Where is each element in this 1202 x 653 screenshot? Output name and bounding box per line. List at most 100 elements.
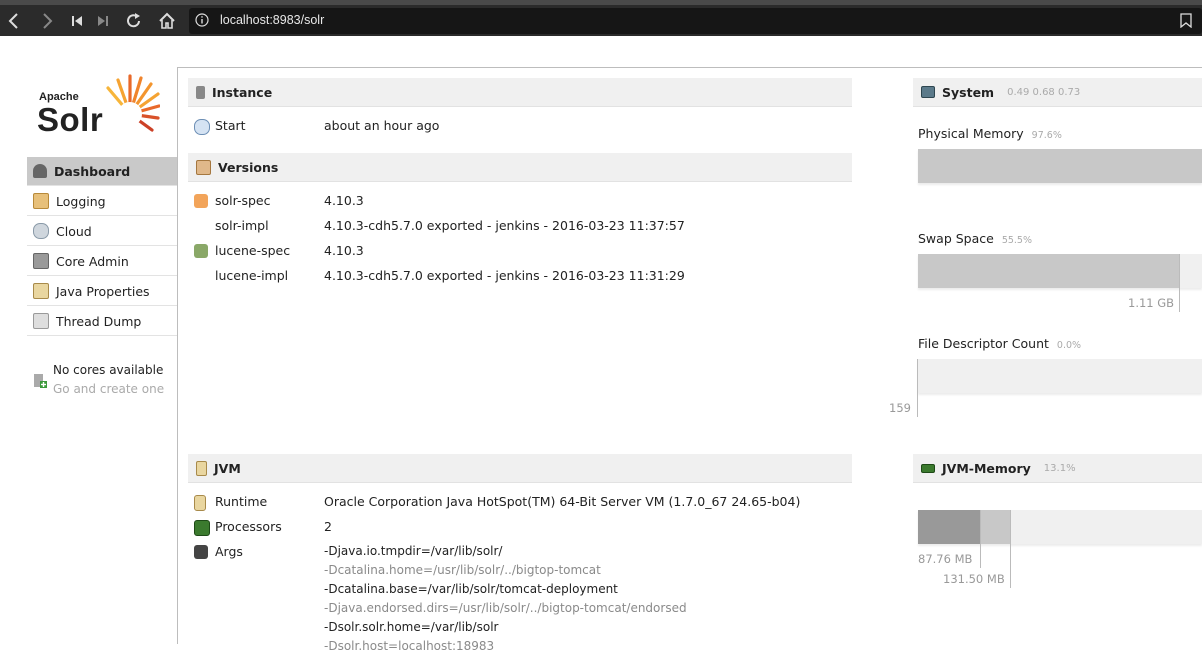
bookmark-icon[interactable] (1180, 13, 1192, 28)
thread-dump-icon (33, 313, 49, 329)
jvm-arg: -Dcatalina.base=/var/lib/solr/tomcat-dep… (324, 582, 618, 596)
file-descriptor-bar (918, 359, 1202, 393)
solr-logo[interactable]: Apache Solr (36, 74, 160, 138)
instance-title: Instance (212, 84, 273, 100)
jvm-committed-tick (1010, 510, 1011, 588)
jvm-memory-panel-header: JVM-Memory 13.1% (913, 454, 1202, 483)
sidebar-item-dashboard[interactable]: Dashboard (27, 157, 177, 185)
processors-label: Processors (215, 519, 282, 534)
sidebar-item-label: Core Admin (56, 253, 129, 269)
sidebar-item-core-admin[interactable]: Core Admin (27, 247, 177, 275)
sidebar-item-java-properties[interactable]: Java Properties (27, 277, 177, 305)
sidebar-item-label: Java Properties (56, 283, 150, 299)
swap-space-pct: 55.5% (1001, 235, 1033, 246)
system-icon (921, 86, 935, 98)
address-bar[interactable]: localhost:8983/solr (189, 8, 1202, 34)
version-label: lucene-impl (215, 268, 289, 283)
version-label: solr-spec (215, 193, 271, 208)
system-panel-header: System 0.49 0.68 0.73 (913, 78, 1202, 107)
jvm-icon (196, 460, 207, 476)
runtime-label: Runtime (215, 494, 268, 509)
fd-tick (917, 359, 918, 417)
versions-title: Versions (218, 159, 279, 175)
sidebar-divider (177, 67, 178, 644)
jvm-panel-header: JVM (188, 454, 852, 483)
jvm-memory-icon (921, 463, 935, 473)
terminal-icon (194, 545, 208, 559)
lucene-icon (194, 244, 208, 258)
start-value: about an hour ago (324, 118, 440, 133)
sidebar-item-logging[interactable]: Logging (27, 187, 177, 215)
core-admin-icon (33, 253, 49, 269)
physical-memory-pct: 97.6% (1031, 130, 1062, 141)
jvm-arg: -Dcatalina.home=/usr/lib/solr/../bigtop-… (324, 563, 601, 577)
version-value: 4.10.3-cdh5.7.0 exported - jenkins - 201… (324, 218, 685, 233)
sidebar-item-label: Thread Dump (56, 313, 142, 329)
jvm-arg: -Dsolr.solr.home=/var/lib/solr (324, 620, 499, 634)
clock-icon (194, 119, 210, 135)
menu-separator (27, 275, 177, 276)
menu-separator (27, 245, 177, 246)
browser-toolbar: localhost:8983/solr (0, 5, 1202, 36)
runtime-icon (194, 495, 206, 511)
info-icon[interactable] (195, 13, 209, 27)
file-descriptor-label: File Descriptor Count 0.0% (918, 336, 1081, 351)
versions-panel-header: Versions (188, 153, 852, 182)
file-descriptor-text: File Descriptor Count (918, 336, 1049, 351)
reload-icon[interactable] (124, 11, 144, 31)
jvm-arg: -Djava.io.tmpdir=/var/lib/solr/ (324, 544, 503, 558)
instance-panel-header: Instance (188, 78, 852, 107)
jvm-memory-pct: 13.1% (1043, 462, 1076, 474)
solr-icon (194, 194, 208, 208)
physical-memory-bar-fill (918, 149, 1202, 183)
version-value: 4.10.3 (324, 243, 364, 258)
jvm-title: JVM (214, 460, 241, 476)
logging-icon (33, 193, 49, 209)
first-icon[interactable] (67, 11, 87, 31)
forward-icon[interactable] (37, 11, 57, 31)
java-properties-icon (33, 283, 49, 299)
sidebar-item-label: Logging (56, 193, 106, 209)
swap-used-tick (1179, 254, 1180, 312)
file-descriptor-pct: 0.0% (1056, 340, 1082, 351)
start-label: Start (215, 118, 246, 133)
url-text[interactable]: localhost:8983/solr (220, 13, 324, 27)
instance-icon (196, 85, 205, 99)
jvm-committed-value: 131.50 MB (943, 572, 1005, 586)
sidebar-item-cloud[interactable]: Cloud (27, 217, 177, 245)
home-icon[interactable] (157, 11, 177, 31)
runtime-value: Oracle Corporation Java HotSpot(TM) 64-B… (324, 494, 801, 509)
jvm-memory-title: JVM-Memory (942, 460, 1031, 476)
add-core-icon (33, 373, 47, 388)
system-title: System (942, 84, 995, 100)
create-core-link[interactable]: Go and create one (53, 382, 164, 396)
swap-space-bar-fill (918, 254, 1180, 288)
no-cores-text: No cores available (53, 363, 164, 377)
cloud-icon (33, 223, 49, 239)
version-value: 4.10.3 (324, 193, 364, 208)
sidebar-item-label: Cloud (56, 223, 92, 239)
dashboard-icon (33, 164, 47, 178)
swap-used-value: 1.11 GB (1128, 296, 1175, 310)
last-icon[interactable] (93, 11, 113, 31)
menu-separator (27, 185, 177, 186)
processor-icon (194, 520, 210, 536)
header-divider (178, 67, 1202, 68)
sidebar-item-thread-dump[interactable]: Thread Dump (27, 307, 177, 335)
processors-value: 2 (324, 519, 332, 534)
swap-space-label: Swap Space 55.5% (918, 231, 1032, 246)
jvm-used-value: 87.76 MB (918, 552, 973, 566)
version-label: solr-impl (215, 218, 269, 233)
versions-icon (196, 159, 211, 175)
back-icon[interactable] (4, 11, 24, 31)
menu-separator (27, 215, 177, 216)
physical-memory-text: Physical Memory (918, 126, 1024, 141)
jvm-arg: -Djava.endorsed.dirs=/usr/lib/solr/../bi… (324, 601, 687, 615)
file-descriptor-value: 159 (889, 401, 911, 415)
version-value: 4.10.3-cdh5.7.0 exported - jenkins - 201… (324, 268, 685, 283)
version-label: lucene-spec (215, 243, 291, 258)
jvm-used-tick (980, 510, 981, 568)
jvm-arg: -Dsolr.host=localhost:18983 (324, 639, 495, 653)
jvm-memory-used-fill (918, 510, 980, 544)
logo-solr-text: Solr (37, 101, 104, 138)
